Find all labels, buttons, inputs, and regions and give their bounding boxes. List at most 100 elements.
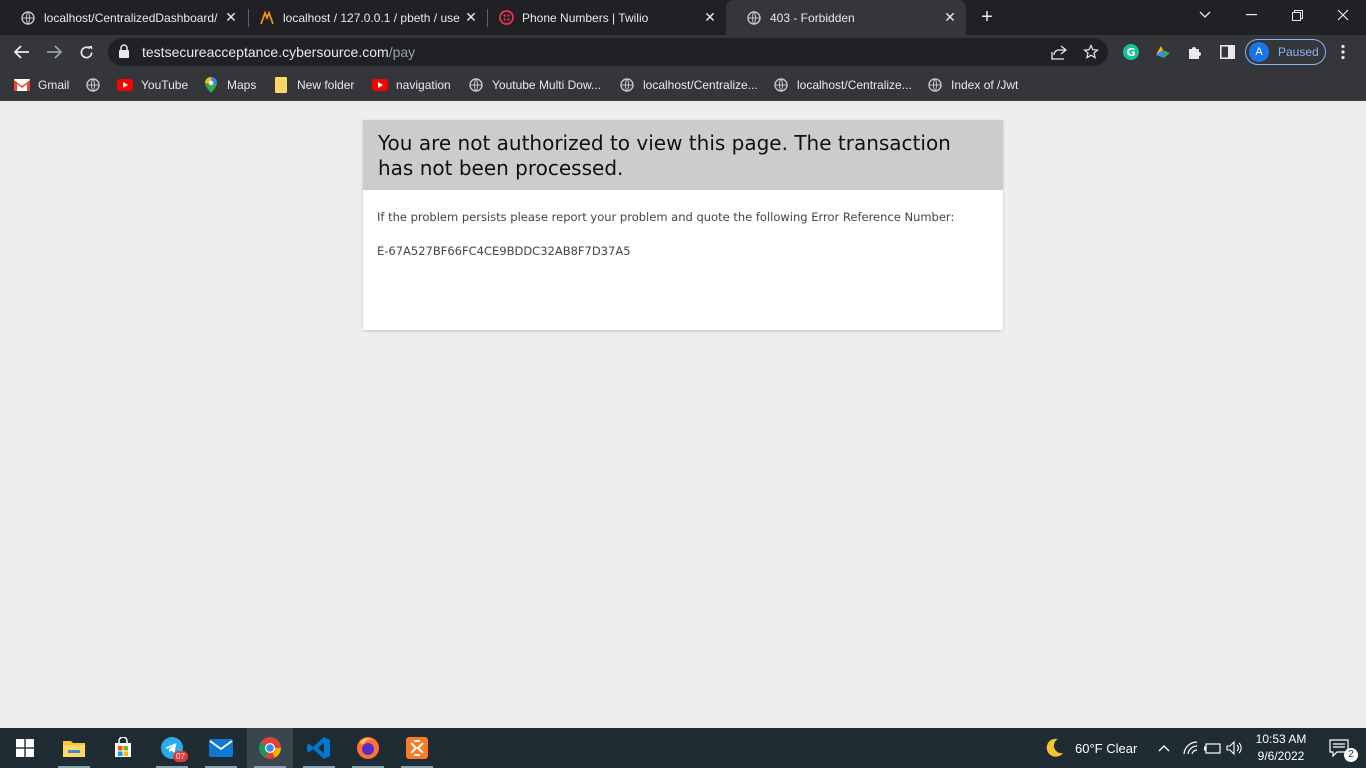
tab-twilio[interactable]: Phone Numbers | Twilio ✕ <box>478 0 726 35</box>
clock[interactable]: 10:53 AM 9/6/2022 <box>1250 731 1312 765</box>
profile-button[interactable]: A Paused <box>1245 39 1326 65</box>
close-tab-icon[interactable]: ✕ <box>463 9 479 25</box>
menu-kebab-icon[interactable] <box>1334 43 1352 61</box>
wifi-icon[interactable] <box>1180 728 1202 768</box>
minimize-icon[interactable] <box>1228 0 1274 30</box>
bookmark-star-icon[interactable] <box>1082 43 1100 61</box>
error-reference-number: E-67A527BF66FC4CE9BDDC32AB8F7D37A5 <box>377 244 631 258</box>
profile-status: Paused <box>1278 45 1319 59</box>
bookmark-youtube-multi-download[interactable]: Youtube Multi Dow... <box>468 75 601 95</box>
tab-strip: localhost/CentralizedDashboard/ ✕ localh… <box>0 0 1366 35</box>
globe-icon <box>927 77 943 93</box>
close-window-icon[interactable] <box>1320 0 1366 30</box>
xampp-icon[interactable] <box>394 728 440 768</box>
globe-icon <box>85 77 101 93</box>
extensions-puzzle-icon[interactable] <box>1186 43 1204 61</box>
page-viewport: You are not authorized to view this page… <box>0 102 1366 728</box>
vscode-icon[interactable] <box>296 728 342 768</box>
url-path: /pay <box>388 44 416 60</box>
maps-icon <box>203 77 219 93</box>
start-windows-icon[interactable] <box>2 728 48 768</box>
folder-icon <box>273 77 289 93</box>
bookmark-label: Index of /Jwt <box>951 78 1019 92</box>
bookmark-youtube[interactable]: YouTube <box>117 75 188 95</box>
extension-color-icon[interactable] <box>1154 43 1172 61</box>
tab-centralized-dashboard[interactable]: localhost/CentralizedDashboard/ ✕ <box>0 0 247 35</box>
bookmark-index-of-jwt[interactable]: Index of /Jwt <box>927 75 1018 95</box>
error-card: You are not authorized to view this page… <box>363 120 1003 330</box>
telegram-icon[interactable]: 07 <box>149 728 195 768</box>
bookmark-label: localhost/Centralize... <box>643 78 758 92</box>
browser-toolbar: testsecureacceptance.cybersource.com/pay… <box>0 35 1366 69</box>
show-hidden-icons-chevron-up-icon[interactable] <box>1152 728 1176 768</box>
url-text[interactable]: testsecureacceptance.cybersource.com/pay <box>142 44 415 60</box>
clock-date: 9/6/2022 <box>1257 749 1305 763</box>
bookmark-navigation[interactable]: navigation <box>372 75 451 95</box>
bookmark-localhost-1[interactable]: localhost/Centralize... <box>619 75 758 95</box>
url-host: testsecureacceptance.cybersource.com <box>142 44 389 60</box>
clock-time: 10:53 AM <box>1255 732 1307 746</box>
forward-arrow-icon[interactable] <box>41 39 67 65</box>
bookmark-label: Youtube Multi Dow... <box>492 78 601 92</box>
file-explorer-icon[interactable] <box>51 728 97 768</box>
svg-text:G: G <box>1126 46 1135 59</box>
page-title: You are not authorized to view this page… <box>378 131 951 180</box>
bookmark-label: Gmail <box>38 78 70 92</box>
telegram-badge: 07 <box>173 751 188 762</box>
share-icon[interactable] <box>1050 43 1068 61</box>
windows-taskbar: 07 60°F Clear 10:53 AM 9/6/2022 2 <box>0 728 1366 768</box>
twilio-icon <box>498 10 514 26</box>
weather-moon-icon[interactable] <box>1032 728 1076 768</box>
error-message: If the problem persists please report yo… <box>377 210 955 224</box>
bookmark-label: localhost/Centralize... <box>797 78 912 92</box>
weather-text[interactable]: 60°F Clear <box>1075 741 1137 756</box>
close-tab-icon[interactable]: ✕ <box>223 9 239 25</box>
tab-title: localhost / 127.0.0.1 / pbeth / use <box>283 10 460 25</box>
side-panel-icon[interactable] <box>1218 43 1236 61</box>
globe-icon <box>20 10 36 26</box>
volume-icon[interactable] <box>1224 728 1246 768</box>
notification-badge: 2 <box>1344 748 1358 762</box>
tab-phpmyadmin[interactable]: localhost / 127.0.0.1 / pbeth / use ✕ <box>239 0 487 35</box>
bookmark-label: Maps <box>227 78 257 92</box>
bookmark-label: YouTube <box>141 78 189 92</box>
globe-icon <box>746 10 762 26</box>
restore-icon[interactable] <box>1274 0 1320 30</box>
avatar: A <box>1249 42 1269 62</box>
bookmark-label: New folder <box>297 78 355 92</box>
address-bar[interactable]: testsecureacceptance.cybersource.com/pay <box>108 38 1108 66</box>
bookmark-globe[interactable] <box>85 75 109 95</box>
youtube-icon <box>117 77 133 93</box>
new-tab-button[interactable]: + <box>976 6 998 28</box>
gmail-icon <box>14 77 30 93</box>
error-card-header: You are not authorized to view this page… <box>363 120 1003 190</box>
mail-icon[interactable] <box>198 728 244 768</box>
back-arrow-icon[interactable] <box>9 39 35 65</box>
globe-icon <box>619 77 635 93</box>
tab-search-icon[interactable] <box>1182 0 1228 30</box>
battery-icon[interactable] <box>1202 728 1224 768</box>
notification-center-icon[interactable]: 2 <box>1316 728 1362 768</box>
close-tab-icon[interactable]: ✕ <box>942 9 958 25</box>
bookmark-new-folder[interactable]: New folder <box>273 75 354 95</box>
bookmark-label: navigation <box>396 78 451 92</box>
globe-icon <box>773 77 789 93</box>
tab-403-forbidden[interactable]: 403 - Forbidden ✕ <box>726 0 966 35</box>
tab-title: localhost/CentralizedDashboard/ <box>44 10 218 25</box>
youtube-icon <box>372 77 388 93</box>
bookmark-maps[interactable]: Maps <box>203 75 256 95</box>
bookmark-localhost-2[interactable]: localhost/Centralize... <box>773 75 912 95</box>
firefox-icon[interactable] <box>345 728 391 768</box>
close-tab-icon[interactable]: ✕ <box>702 9 718 25</box>
grammarly-icon[interactable]: G <box>1122 43 1140 61</box>
phpmyadmin-icon <box>259 10 275 26</box>
chrome-icon[interactable] <box>247 728 293 768</box>
microsoft-store-icon[interactable] <box>100 728 146 768</box>
reload-icon[interactable] <box>73 39 99 65</box>
globe-icon <box>468 77 484 93</box>
tab-title: 403 - Forbidden <box>770 10 855 25</box>
tab-title: Phone Numbers | Twilio <box>522 10 649 25</box>
error-card-body: If the problem persists please report yo… <box>363 190 1003 258</box>
lock-icon[interactable] <box>118 44 130 64</box>
bookmark-gmail[interactable]: Gmail <box>14 75 69 95</box>
